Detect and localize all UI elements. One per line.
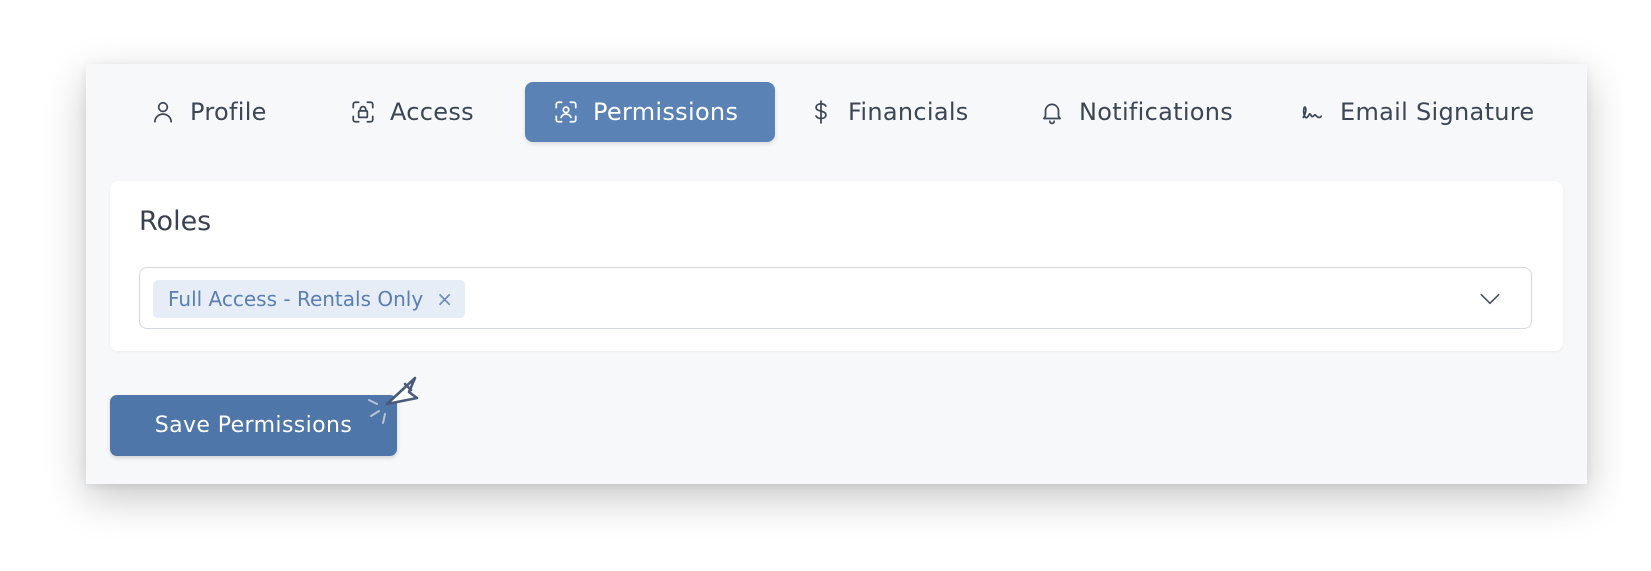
tab-permissions[interactable]: Permissions — [525, 82, 775, 142]
tab-notifications[interactable]: Notifications — [1039, 82, 1249, 142]
settings-panel: Profile Access Permissions Financials No… — [86, 64, 1587, 484]
tab-label: Permissions — [593, 98, 739, 126]
close-icon[interactable]: × — [436, 289, 453, 309]
tab-label: Financials — [848, 98, 969, 126]
tab-access[interactable]: Access — [350, 82, 490, 142]
user-scan-icon — [553, 99, 579, 125]
tab-label: Notifications — [1079, 98, 1234, 126]
save-permissions-button[interactable]: Save Permissions — [110, 395, 397, 456]
roles-title: Roles — [139, 206, 212, 237]
user-icon — [150, 99, 176, 125]
role-chip: Full Access - Rentals Only × — [153, 280, 465, 318]
tab-email-signature[interactable]: Email Signature — [1300, 82, 1560, 142]
tab-label: Access — [390, 98, 474, 126]
tab-bar: Profile Access Permissions Financials No… — [86, 82, 1587, 142]
roles-select[interactable]: Full Access - Rentals Only × — [139, 267, 1532, 329]
tab-profile[interactable]: Profile — [150, 82, 280, 142]
roles-card: Roles Full Access - Rentals Only × — [110, 181, 1563, 351]
tab-financials[interactable]: Financials — [808, 82, 983, 142]
signature-icon — [1300, 99, 1326, 125]
save-button-label: Save Permissions — [154, 413, 353, 438]
bell-icon — [1039, 99, 1065, 125]
role-chip-label: Full Access - Rentals Only — [168, 287, 424, 311]
tab-label: Email Signature — [1340, 98, 1535, 126]
dollar-icon — [808, 99, 834, 125]
lock-scan-icon — [350, 99, 376, 125]
tab-label: Profile — [190, 98, 267, 126]
pointer-cursor-icon — [365, 374, 425, 434]
chevron-down-icon[interactable] — [1477, 286, 1503, 312]
